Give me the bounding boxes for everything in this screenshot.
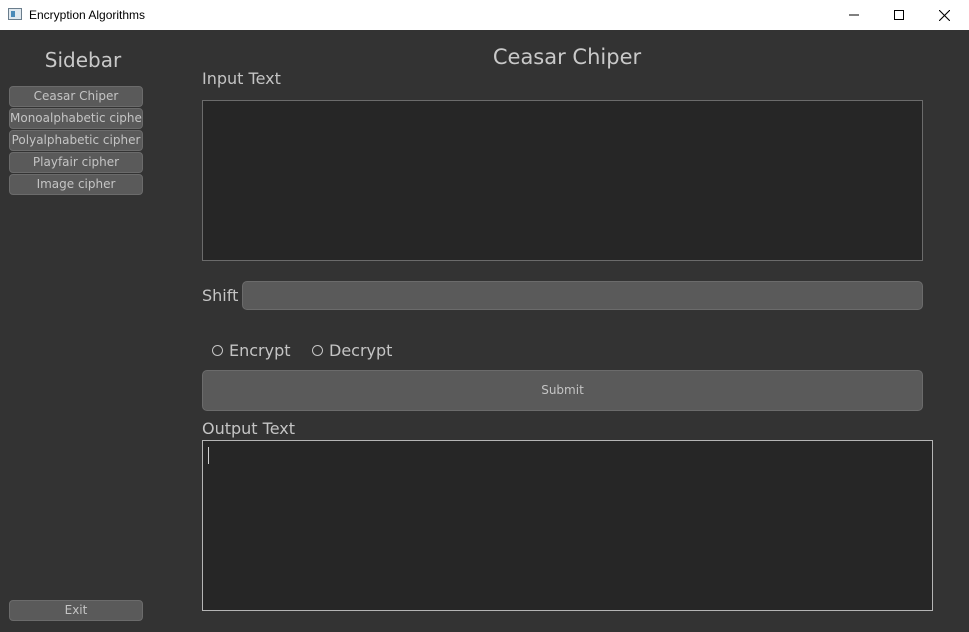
input-text-field[interactable] [202,100,923,261]
radio-unchecked-icon [312,344,323,356]
input-text-label: Input Text [202,69,281,88]
output-text-label: Output Text [202,419,296,438]
exit-button[interactable]: Exit [9,600,143,621]
window-title: Encryption Algorithms [29,8,146,22]
title-bar: Encryption Algorithms [0,0,969,30]
sidebar-item-playfair-cipher[interactable]: Playfair cipher [9,152,143,173]
decrypt-radio[interactable]: Decrypt [312,340,392,360]
minimize-button[interactable] [831,0,877,30]
close-button[interactable] [921,0,967,30]
output-text-field[interactable] [202,440,933,611]
encrypt-radio-label: Encrypt [229,340,291,360]
submit-button[interactable]: Submit [202,370,923,411]
shift-label: Shift [202,286,239,305]
maximize-icon [894,10,904,20]
sidebar-item-monoalphabetic-cipher[interactable]: Monoalphabetic cipher [9,108,143,129]
sidebar-title: Sidebar [44,48,122,72]
close-icon [938,9,950,21]
minimize-icon [849,14,859,16]
sidebar-item-polyalphabetic-cipher[interactable]: Polyalphabetic cipher [9,130,143,151]
page-title: Ceasar Chiper [492,45,642,69]
sidebar-item-image-cipher[interactable]: Image cipher [9,174,143,195]
shift-input[interactable] [242,281,923,310]
app-window: Encryption Algorithms Sidebar Ceasar Chi… [0,0,969,632]
text-caret [208,447,209,464]
encrypt-radio[interactable]: Encrypt [212,340,291,360]
decrypt-radio-label: Decrypt [329,340,393,360]
sidebar-item-ceasar-chiper[interactable]: Ceasar Chiper [9,86,143,107]
maximize-button[interactable] [876,0,922,30]
app-window-icon [8,8,22,20]
radio-unchecked-icon [212,344,223,356]
